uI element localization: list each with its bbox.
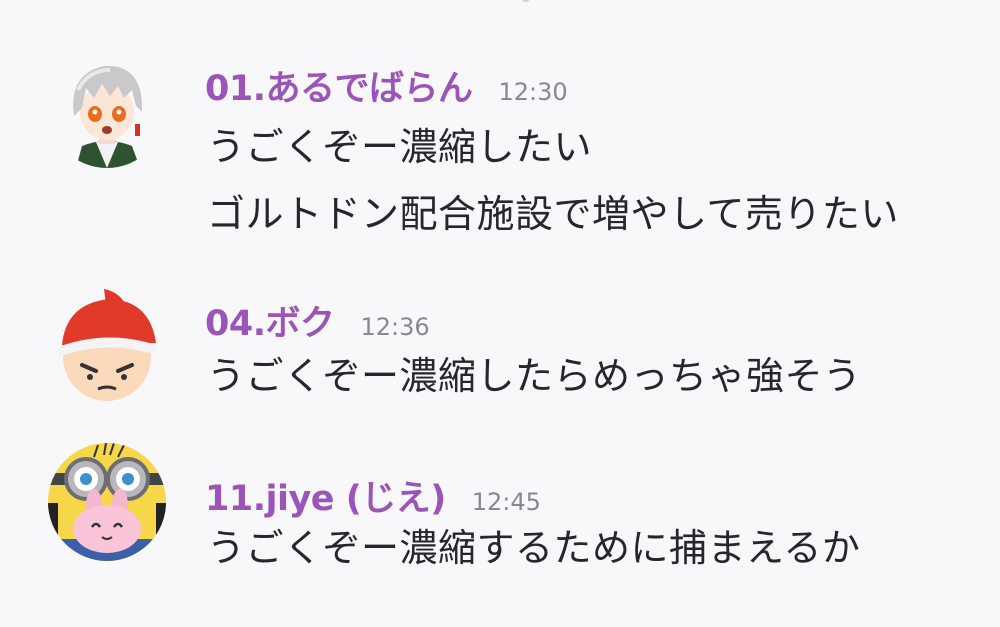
avatar[interactable] xyxy=(48,443,166,561)
white-haired-character-avatar-icon xyxy=(48,50,166,168)
scroll-indicator-dot xyxy=(522,0,530,2)
avatar[interactable] xyxy=(48,285,166,403)
red-cap-boy-avatar-icon xyxy=(48,285,166,403)
timestamp: 12:45 xyxy=(471,488,541,516)
author-name[interactable]: 11.jiye (じえ) xyxy=(205,470,446,521)
goggles-pink-rabbit-avatar-icon xyxy=(48,443,166,561)
avatar[interactable] xyxy=(48,50,166,168)
message-text: ゴルトドン配合施設で増やして売りたい xyxy=(207,192,899,236)
timestamp: 12:30 xyxy=(498,78,568,106)
message-text: うごくぞー濃縮したい xyxy=(207,125,593,169)
timestamp: 12:36 xyxy=(360,313,430,341)
message-text: うごくぞー濃縮するために捕まえるか xyxy=(207,526,861,570)
author-name[interactable]: 01.あるでばらん xyxy=(205,60,473,111)
author-name[interactable]: 04.ボク xyxy=(205,295,335,346)
message-text: うごくぞー濃縮したらめっちゃ強そう xyxy=(207,354,862,398)
